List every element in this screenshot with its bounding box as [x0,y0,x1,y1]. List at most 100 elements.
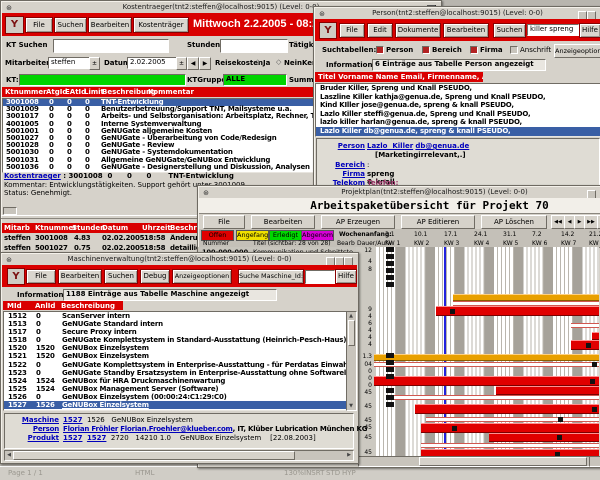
menu-file[interactable]: File [25,17,53,33]
table-row[interactable]: 15180GeNUGate Komplettsystem in Standard… [4,336,346,344]
gantt-bar[interactable] [421,423,599,433]
window-menu-icon[interactable]: ⊛ [5,4,13,12]
checkbox-anschrift[interactable] [510,46,518,54]
checkbox-bereich-label[interactable]: Bereich [432,46,462,54]
produkt-id-link[interactable]: 1527 [63,434,82,442]
maschine-link[interactable]: Maschine [13,416,59,424]
menu-suchen[interactable]: Suchen [104,269,138,284]
suchen-button[interactable]: Suchen [493,23,526,38]
produkt-id2-link[interactable]: 1527 [87,434,106,442]
maschine-id-link[interactable]: 1527 [63,416,82,424]
gantt-bar[interactable] [421,443,599,448]
menu-edit[interactable]: Edit [367,23,393,38]
table-row[interactable]: 15201520GeNUBox Einzelsystem [4,344,346,352]
person-name-link[interactable]: Lazlo Killer [367,142,413,150]
table-row[interactable]: Bruder Killer, Spreng und Knall PSEUDO, [316,84,600,93]
gantt-bar[interactable] [489,433,599,442]
gantt-bar[interactable] [392,395,599,400]
hilfe-button[interactable]: Hilfe [335,269,357,284]
menu-file[interactable]: File [203,215,245,229]
table-row[interactable]: 15251524GeNUBox Management Server (Softw… [4,385,346,393]
window-menu-icon[interactable]: ⊛ [202,189,210,197]
ap-editieren-button[interactable]: AP Editieren [401,215,475,229]
table-row[interactable]: lazlo killer harlan@genua.de, spreng & k… [316,118,600,127]
datum-combo-button[interactable]: ± [176,57,187,70]
menu-debug[interactable]: Debug [140,269,170,284]
nav-last-icon[interactable]: ▶▶ [584,215,598,229]
app-icon[interactable]: Y [5,16,24,34]
prev-day-button[interactable]: ◀ [187,57,199,70]
menu-bearbeiten[interactable]: Bearbeiten [58,269,102,284]
table-row[interactable]: 15260GeNUBox Einzelsystem (00:00:24:C1:2… [4,393,346,401]
app-icon[interactable]: Y [7,268,25,285]
gantt-bar[interactable] [374,362,599,367]
checkbox-person[interactable] [376,46,384,54]
kt-input[interactable] [19,74,186,86]
gantt-bar[interactable] [374,376,599,386]
gantt-bar[interactable] [453,294,599,301]
nein-label[interactable]: Nein [284,59,302,67]
person-name-link[interactable]: Florian Fröhler [63,425,118,433]
gantt-bar[interactable] [571,340,599,350]
scrollbar-thumb[interactable] [419,457,587,466]
table-row[interactable]: 15211520GeNUBox Einzelsystem [4,352,346,360]
gantt-bar[interactable] [496,386,599,395]
checkbox-person-label[interactable]: Person [386,46,413,54]
radio-nein-icon[interactable]: ◇ [276,58,281,66]
person-link[interactable]: Person [325,142,365,150]
table-row[interactable]: 15220GeNUGate Komplettsystem in Enterpri… [4,361,346,369]
table-row[interactable]: Kind KIller jose@genua.de, spreng & knal… [316,101,600,110]
menu-bearbeiten[interactable]: Bearbeiten [88,17,132,33]
radio-ja-icon[interactable]: ◇ [255,58,260,66]
scroll-left-icon[interactable]: ◀ [6,452,12,458]
maschine-id-input[interactable] [305,270,335,284]
kostentraeger-link[interactable]: Kostentraeger [4,172,61,180]
table-row[interactable]: 15170Secure Proxy intern [4,328,346,336]
scrollbar-thumb[interactable] [13,451,295,460]
ktgruppe-input[interactable]: ALLE [223,74,287,86]
window-menu-icon[interactable]: ⊛ [5,256,13,264]
bereich-link[interactable]: Bereich [325,161,365,169]
gantt-bar[interactable] [374,354,599,361]
gantt-bar[interactable] [436,306,599,316]
table-row[interactable]: 15130GeNUGate Standard intern [4,320,346,328]
gantt-bar[interactable] [592,332,599,340]
horizontal-scrollbar[interactable] [358,456,590,467]
mitarbeiter-combo[interactable]: steffen [48,57,90,69]
menu-dokumente[interactable]: Dokumente [395,23,441,38]
table-row[interactable]: 15271526GeNUBox Einzelsystem [4,401,346,409]
menu-anzeigeoptionen[interactable]: Anzeigeoptionen [172,269,232,284]
search-input[interactable]: killer spreng [527,24,579,36]
gantt-bar[interactable] [426,417,599,422]
gantt-bar[interactable] [421,449,599,456]
table-row[interactable]: 15120ScanServer intern [4,312,346,320]
window-menu-icon[interactable]: ⊛ [318,10,326,18]
table-row[interactable]: Lazlo Killer db@genua.de, spreng & knall… [316,127,600,136]
scroll-right-icon[interactable]: ▶ [346,452,352,458]
person-email-link[interactable]: db@genua.de [415,142,469,150]
mitarbeiter-combo-button[interactable]: ± [89,57,100,70]
table-row[interactable]: Lazlo Killer steffi@genua.de, Spreng und… [316,110,600,119]
scrollbar-corner[interactable] [589,456,600,467]
ap-loeschen-button[interactable]: AP Löschen [481,215,547,229]
firma-link[interactable]: Firma [325,170,365,178]
table-row[interactable]: 15230GeNUGate Standby Ersatzsystem in En… [4,369,346,377]
datum-input[interactable]: 2.02.2005 [127,57,177,69]
table-row[interactable]: Laszline Killer kathja@genua.de, Spreng … [316,93,600,102]
checkbox-firma[interactable] [470,46,478,54]
person-link[interactable]: Person [13,425,59,433]
kt-suchen-input[interactable] [53,39,169,53]
person-email-link[interactable]: Florian.Froehler@klueber.com [120,425,232,433]
scroll-up-icon[interactable]: ▲ [348,313,354,319]
stunden-input[interactable] [220,39,288,53]
gantt-bar[interactable] [571,323,599,328]
vertical-scrollbar[interactable]: ▲ ▼ [346,311,357,411]
table-row[interactable]: 15241524GeNUBox für HRA Druckmaschinenwa… [4,377,346,385]
menu-bearbeiten[interactable]: Bearbeiten [251,215,315,229]
scrollbar-thumb[interactable] [348,320,355,346]
menu-file[interactable]: File [339,23,365,38]
menu-suchen[interactable]: Suchen [54,17,87,33]
checkbox-firma-label[interactable]: Firma [480,46,503,54]
app-icon[interactable]: Y [319,22,337,39]
checkbox-anschrift-label[interactable]: Anschrift [520,46,551,54]
